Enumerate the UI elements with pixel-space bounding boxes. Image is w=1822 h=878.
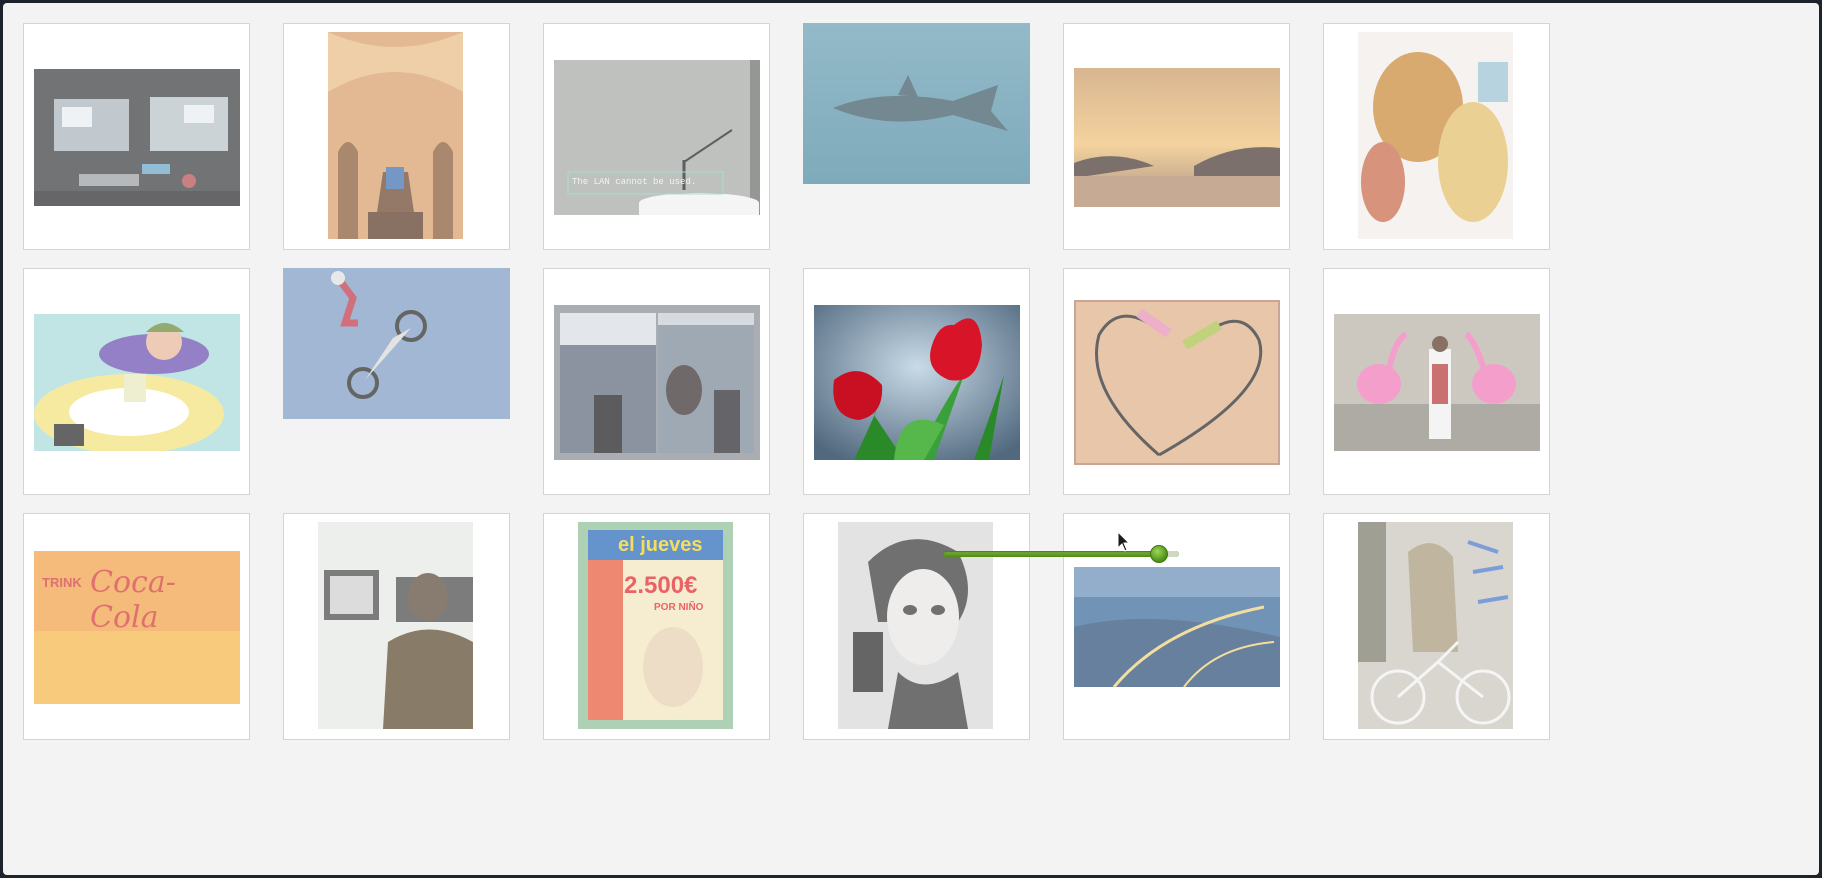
photo-coca-cola[interactable]: TRINK Coca-Cola xyxy=(34,551,240,704)
coca-cola-prefix: TRINK xyxy=(42,575,82,590)
tile-18[interactable] xyxy=(1323,513,1550,740)
tile-9[interactable] xyxy=(543,268,770,495)
photo-sunset[interactable] xyxy=(1074,68,1280,207)
magazine-tagline: POR NIÑO xyxy=(654,602,704,613)
photo-yarn[interactable] xyxy=(1358,32,1513,239)
photo-city-night[interactable] xyxy=(1074,567,1280,687)
tile-7[interactable] xyxy=(23,268,250,495)
photo-cable-heart[interactable] xyxy=(1074,300,1280,465)
tile-3[interactable]: The LAN cannot be used. xyxy=(543,23,770,250)
magazine-price: 2.500€ xyxy=(624,572,698,599)
tile-6[interactable] xyxy=(1323,23,1550,250)
photo-size-slider[interactable] xyxy=(943,544,1183,564)
tile-13[interactable]: TRINK Coca-Cola xyxy=(23,513,250,740)
photo-tulips[interactable] xyxy=(814,305,1020,460)
gallery-grid: The LAN cannot be used. TRINK Coca-Cola … xyxy=(3,3,1819,875)
tile-14[interactable] xyxy=(283,513,510,740)
slider-thumb[interactable] xyxy=(1150,545,1168,563)
mouse-pointer-icon xyxy=(1117,531,1131,552)
tile-5[interactable] xyxy=(1063,23,1290,250)
podium-caption: The LAN cannot be used. xyxy=(572,177,697,187)
photo-bicycle-mural[interactable] xyxy=(1358,522,1513,729)
tile-12[interactable] xyxy=(1323,268,1550,495)
tile-10[interactable] xyxy=(803,268,1030,495)
photo-gallery-visitor[interactable] xyxy=(318,522,473,729)
photo-child-pool[interactable] xyxy=(34,314,240,451)
tile-1[interactable] xyxy=(23,23,250,250)
photo-podium[interactable]: The LAN cannot be used. xyxy=(554,60,760,215)
photo-flamingos[interactable] xyxy=(1334,314,1540,451)
photo-el-jueves[interactable]: el jueves 2.500€ POR NIÑO xyxy=(578,522,733,729)
magazine-title: el jueves xyxy=(618,534,703,556)
photo-magazine-spread[interactable] xyxy=(554,305,760,460)
tile-8[interactable] xyxy=(283,268,510,495)
tile-4[interactable] xyxy=(803,23,1030,250)
tile-2[interactable] xyxy=(283,23,510,250)
photo-cathedral[interactable] xyxy=(328,32,463,239)
photo-workstation[interactable] xyxy=(34,69,240,206)
photo-shark[interactable] xyxy=(803,23,1030,184)
tile-11[interactable] xyxy=(1063,268,1290,495)
slider-track[interactable] xyxy=(943,551,1179,557)
photo-motocross[interactable] xyxy=(283,268,510,419)
coca-cola-brand: Coca-Cola xyxy=(90,565,176,635)
tile-15[interactable]: el jueves 2.500€ POR NIÑO xyxy=(543,513,770,740)
